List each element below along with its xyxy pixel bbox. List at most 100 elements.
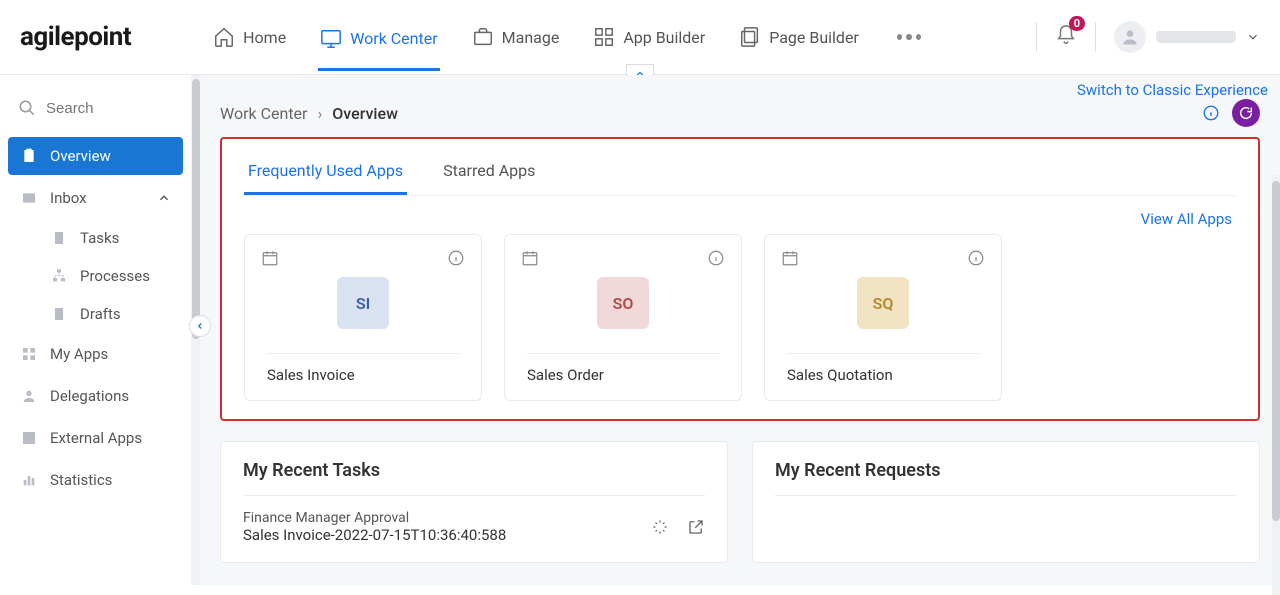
sidebar: Overview Inbox Tasks Processes Drafts My… (0, 75, 192, 585)
switch-classic-link[interactable]: Switch to Classic Experience (1077, 81, 1268, 99)
spark-icon[interactable] (651, 518, 669, 536)
inbox-icon (20, 189, 38, 207)
sidebar-statistics-label: Statistics (50, 471, 112, 489)
chevron-left-icon (195, 321, 205, 331)
sidebar-search[interactable] (8, 93, 183, 137)
sidebar-drafts[interactable]: Drafts (40, 297, 183, 331)
app-card-sales-invoice[interactable]: SI Sales Invoice (244, 234, 482, 401)
nav-page-builder[interactable]: Page Builder (737, 20, 861, 54)
logo: agilepoint (20, 22, 131, 52)
avatar (1114, 21, 1146, 53)
grid-icon (20, 345, 38, 363)
sidebar-collapse-toggle[interactable] (189, 315, 211, 337)
apps-panel: Frequently Used Apps Starred Apps View A… (220, 137, 1260, 421)
sidebar-processes[interactable]: Processes (40, 259, 183, 293)
refresh-icon (1238, 105, 1254, 121)
app-badge: SQ (857, 277, 909, 329)
sidebar-tasks[interactable]: Tasks (40, 221, 183, 255)
divider (775, 495, 1237, 496)
sidebar-statistics[interactable]: Statistics (8, 461, 183, 499)
clipboard-icon (20, 147, 38, 165)
info-icon[interactable] (447, 249, 465, 267)
task-row[interactable]: Finance Manager Approval Sales Invoice-2… (243, 510, 705, 544)
sidebar-my-apps[interactable]: My Apps (8, 335, 183, 373)
info-icon[interactable] (1202, 104, 1220, 122)
person-icon (1120, 27, 1140, 47)
divider (787, 353, 979, 354)
app-title: Sales Quotation (781, 366, 985, 384)
panel-title: My Recent Requests (775, 460, 1237, 495)
person-icon (20, 387, 38, 405)
search-input[interactable] (46, 100, 166, 117)
sidebar-inbox-children: Tasks Processes Drafts (8, 221, 183, 331)
divider (243, 495, 705, 496)
search-icon (18, 99, 36, 117)
user-menu[interactable] (1114, 21, 1260, 53)
sidebar-overview[interactable]: Overview (8, 137, 183, 175)
subtab-row: Frequently Used Apps Starred Apps (244, 149, 1236, 196)
main-scrollbar-thumb[interactable] (1272, 181, 1280, 521)
stats-icon (20, 471, 38, 489)
separator (1036, 22, 1037, 52)
my-recent-requests-panel: My Recent Requests (752, 441, 1260, 563)
refresh-button[interactable] (1232, 99, 1260, 127)
nav-manage[interactable]: Manage (470, 20, 562, 54)
layers-icon (739, 26, 761, 48)
monitor-icon (320, 28, 342, 50)
nav-manage-label: Manage (502, 28, 560, 47)
divider (267, 353, 459, 354)
nav-work-center[interactable]: Work Center (318, 22, 439, 71)
main-area: Switch to Classic Experience Work Center… (200, 75, 1280, 585)
notifications-button[interactable]: 0 (1055, 24, 1077, 50)
nav-more[interactable] (897, 34, 921, 40)
sidebar-inbox[interactable]: Inbox (8, 179, 183, 217)
nav-work-center-label: Work Center (350, 29, 437, 48)
chevron-up-icon (157, 191, 171, 205)
sidebar-external-apps-label: External Apps (50, 429, 142, 447)
home-icon (213, 26, 235, 48)
app-badge: SI (337, 277, 389, 329)
sidebar-external-apps[interactable]: External Apps (8, 419, 183, 457)
sidebar-overview-label: Overview (50, 147, 111, 165)
nav-home-label: Home (243, 28, 286, 47)
notification-badge: 0 (1069, 16, 1085, 31)
my-recent-tasks-panel: My Recent Tasks Finance Manager Approval… (220, 441, 728, 563)
tab-frequently-used[interactable]: Frequently Used Apps (244, 149, 407, 195)
sidebar-drafts-label: Drafts (80, 305, 121, 323)
info-icon[interactable] (967, 249, 985, 267)
sidebar-inbox-label: Inbox (50, 189, 87, 207)
info-icon[interactable] (707, 249, 725, 267)
breadcrumb-separator: › (317, 104, 322, 123)
briefcase-icon (472, 26, 494, 48)
sidebar-my-apps-label: My Apps (50, 345, 108, 363)
app-badge: SO (597, 277, 649, 329)
top-bar: agilepoint Home Work Center Manage App B… (0, 0, 1280, 75)
sidebar-delegations-label: Delegations (50, 387, 129, 405)
sidebar-delegations[interactable]: Delegations (8, 377, 183, 415)
open-external-icon[interactable] (687, 518, 705, 536)
nav-app-builder[interactable]: App Builder (591, 20, 707, 54)
tab-starred[interactable]: Starred Apps (439, 149, 539, 195)
sidebar-processes-label: Processes (80, 267, 150, 285)
document-icon (50, 229, 68, 247)
nav-page-builder-label: Page Builder (769, 28, 859, 47)
calendar-icon (781, 249, 799, 267)
sitemap-icon (50, 267, 68, 285)
sidebar-scrollbar-thumb[interactable] (192, 79, 200, 339)
app-card-sales-quotation[interactable]: SQ Sales Quotation (764, 234, 1002, 401)
divider (527, 353, 719, 354)
calendar-icon (261, 249, 279, 267)
chevron-down-icon (1246, 30, 1260, 44)
grid-icon (593, 26, 615, 48)
document-icon (50, 305, 68, 323)
main-scrollbar[interactable] (1272, 175, 1280, 595)
app-title: Sales Order (521, 366, 725, 384)
calendar-icon (521, 249, 539, 267)
app-card-sales-order[interactable]: SO Sales Order (504, 234, 742, 401)
top-right: 0 (1036, 21, 1260, 53)
view-all-apps-link[interactable]: View All Apps (244, 196, 1236, 234)
separator (1095, 22, 1096, 52)
breadcrumb-root[interactable]: Work Center (220, 104, 307, 123)
nav-home[interactable]: Home (211, 20, 288, 54)
panel-title: My Recent Tasks (243, 460, 705, 495)
